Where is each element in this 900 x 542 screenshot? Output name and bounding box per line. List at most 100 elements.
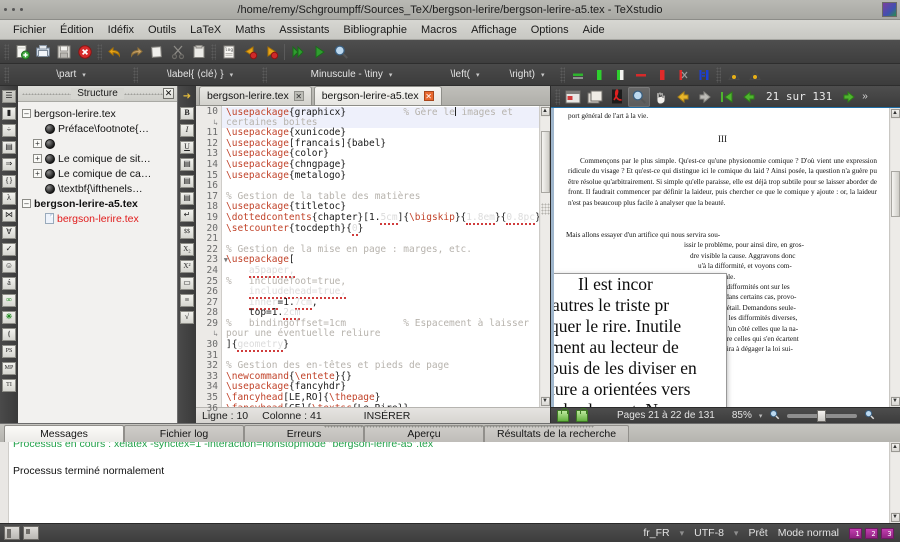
- latex-toolbar-grip[interactable]: [4, 66, 9, 83]
- quick-build-button[interactable]: [309, 41, 330, 62]
- fontsize-combo[interactable]: Minuscule - \tiny ▾: [269, 66, 434, 84]
- scroll-track[interactable]: [540, 117, 550, 396]
- grip-c[interactable]: [262, 66, 267, 83]
- menu-assistants[interactable]: Assistants: [272, 22, 336, 38]
- menu-idefix[interactable]: Idéfix: [101, 22, 141, 38]
- copy-button[interactable]: [146, 41, 167, 62]
- tab-bergson-lerire-a5[interactable]: bergson-lerire-a5.tex ✕: [313, 86, 442, 105]
- warning-1-button[interactable]: [723, 64, 744, 85]
- warning-2-button[interactable]: [744, 64, 765, 85]
- green-solid-button[interactable]: [588, 64, 609, 85]
- windowed-viewer-button[interactable]: [584, 87, 606, 107]
- editor-vertical-scrollbar[interactable]: ▲ ▼: [539, 106, 550, 407]
- menu-affichage[interactable]: Affichage: [464, 22, 524, 38]
- back-button[interactable]: [672, 87, 694, 107]
- pdf-vertical-scrollbar[interactable]: ▲ ▼: [889, 108, 900, 407]
- align-center-icon[interactable]: ▤: [179, 173, 195, 189]
- arrow-right-icon[interactable]: ⇒: [1, 156, 17, 172]
- expander-icon[interactable]: –: [22, 109, 31, 118]
- tab-bergson-lerire[interactable]: bergson-lerire.tex ✕: [199, 86, 312, 105]
- left-delim-combo[interactable]: \left( ▾: [434, 66, 496, 84]
- bookmark-marker-3[interactable]: 3: [881, 527, 894, 539]
- close-file-button[interactable]: [74, 41, 95, 62]
- first-page-button[interactable]: [716, 87, 738, 107]
- forward-button[interactable]: [694, 87, 716, 107]
- redo-button[interactable]: [125, 41, 146, 62]
- toolbar-grip-3[interactable]: [211, 43, 216, 60]
- matrix-icon[interactable]: ⋈: [1, 207, 17, 223]
- tree-item-preface[interactable]: Préface\footnote{…: [22, 121, 175, 136]
- checkmark-icon[interactable]: ✓: [1, 241, 17, 257]
- language-indicator[interactable]: fr_FR: [643, 527, 669, 539]
- tree-item-unnamed[interactable]: +: [22, 136, 175, 151]
- lock-green-icon[interactable]: [557, 407, 569, 422]
- math-dollar-icon[interactable]: $$: [179, 224, 195, 240]
- forall-icon[interactable]: ∀: [1, 224, 17, 240]
- build-and-view-button[interactable]: [288, 41, 309, 62]
- box-icon[interactable]: ▤: [1, 139, 17, 155]
- label-combo[interactable]: \label{ ⟨clé⟩ } ▾: [140, 66, 260, 84]
- structure-tree[interactable]: – bergson-lerire.tex Préface\footnote{… …: [18, 102, 177, 423]
- newline-icon[interactable]: ↵: [179, 207, 195, 223]
- grip-e[interactable]: [716, 66, 721, 83]
- close-icon[interactable]: ✕: [293, 91, 304, 101]
- tree-item-comique-situation[interactable]: + Le comique de sit…: [22, 151, 175, 166]
- magnifier-tool-button[interactable]: [628, 86, 650, 107]
- expander-icon[interactable]: –: [22, 199, 31, 208]
- pdf-magnifier-overlay[interactable]: Il est incor autres le triste pr quer le…: [554, 274, 726, 407]
- scroll-thumb[interactable]: [540, 131, 550, 193]
- tab-messages[interactable]: Messages: [4, 425, 124, 442]
- menu-aide[interactable]: Aide: [576, 22, 612, 38]
- list-icon[interactable]: ☰: [1, 88, 17, 104]
- toolbar-grip-2[interactable]: [97, 43, 102, 60]
- previous-error-button[interactable]: [239, 41, 260, 62]
- embed-window-button[interactable]: [562, 87, 584, 107]
- new-file-button[interactable]: [11, 41, 32, 62]
- scroll-down-button[interactable]: ▼: [540, 397, 550, 406]
- pdf-scroll-thumb[interactable]: [890, 171, 900, 217]
- expander-icon[interactable]: +: [33, 154, 42, 163]
- tree-item-comique-caractere[interactable]: + Le comique de ca…: [22, 166, 175, 181]
- expander-icon[interactable]: +: [33, 139, 42, 148]
- splitter-grip[interactable]: [540, 203, 550, 215]
- bookmark-marker-2[interactable]: 2: [865, 527, 878, 539]
- log-scroll-down-button[interactable]: ▼: [890, 513, 900, 522]
- log-scroll-track[interactable]: [890, 453, 900, 512]
- tree-item-root-2[interactable]: – bergson-lerire-a5.tex: [22, 196, 175, 211]
- braces-icon[interactable]: {}: [1, 173, 17, 189]
- zoom-slider[interactable]: [787, 409, 858, 422]
- tree-item-root-1[interactable]: – bergson-lerire.tex: [22, 106, 175, 121]
- lock-green-icon-2[interactable]: [576, 407, 588, 422]
- pdf-scroll-up-button[interactable]: ▲: [890, 109, 900, 118]
- red-solid-button[interactable]: [651, 64, 672, 85]
- pdf-scroll-track[interactable]: [890, 119, 900, 396]
- align-right-icon[interactable]: ▤: [179, 190, 195, 206]
- code-text-area[interactable]: \usepackage{graphicx} % Gère le images e…: [222, 106, 539, 407]
- bookmark-marker-1[interactable]: 1: [849, 527, 862, 539]
- zoom-slider-thumb[interactable]: [817, 409, 827, 422]
- pdf-page-area[interactable]: port général de l'art à la vie. III Comm…: [551, 108, 900, 407]
- menu-macros[interactable]: Macros: [414, 22, 464, 38]
- grip-b[interactable]: [133, 66, 138, 83]
- external-viewer-button[interactable]: [606, 87, 628, 107]
- red-bar-button[interactable]: [630, 64, 651, 85]
- log-file-button[interactable]: log: [218, 41, 239, 62]
- encoding-indicator[interactable]: UTF-8: [694, 527, 724, 539]
- arrow-icon[interactable]: ➜: [179, 88, 195, 104]
- mp-icon[interactable]: MP: [1, 360, 17, 376]
- toggle-structure-panel-icon[interactable]: [4, 526, 20, 540]
- ps-icon[interactable]: PS: [1, 343, 17, 359]
- open-file-button[interactable]: [32, 41, 53, 62]
- log-body[interactable]: Processus en cours : xelatex -synctex=1 …: [0, 442, 900, 523]
- oo-icon[interactable]: ∞: [1, 292, 17, 308]
- tree-item-included-file[interactable]: bergson-lerire.tex: [22, 211, 175, 226]
- close-icon[interactable]: ✕: [423, 91, 434, 101]
- toolbar-grip[interactable]: [4, 43, 9, 60]
- menu-outils[interactable]: Outils: [141, 22, 183, 38]
- fraction-icon[interactable]: ÷: [1, 122, 17, 138]
- asterisk-icon[interactable]: ✳: [1, 309, 17, 325]
- tree-item-textbf[interactable]: \textbf{\ifthenels…: [22, 181, 175, 196]
- menu-latex[interactable]: LaTeX: [183, 22, 228, 38]
- chevron-down-icon[interactable]: ▾: [759, 412, 763, 420]
- pdf-toolbar-grip[interactable]: [555, 88, 560, 105]
